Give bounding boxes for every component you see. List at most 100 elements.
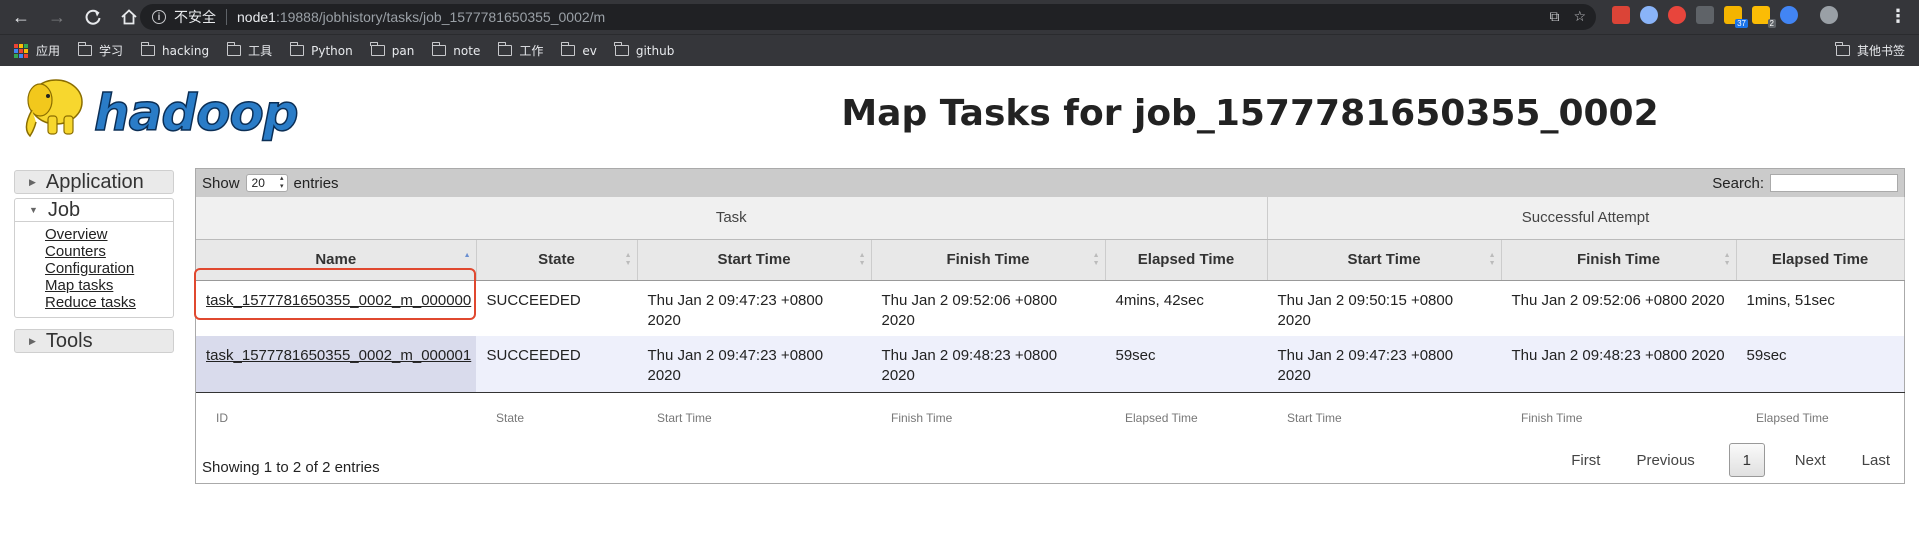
- folder-icon: [431, 42, 447, 56]
- showing-entries-text: Showing 1 to 2 of 2 entries: [202, 459, 380, 476]
- bookmark-label: Python: [311, 43, 353, 58]
- reload-icon[interactable]: [78, 2, 108, 32]
- filter-attempt-elapsed-time[interactable]: Elapsed Time: [1736, 392, 1904, 444]
- svg-text:hadoop: hadoop: [94, 84, 298, 142]
- sidebar-section-label: Tools: [45, 329, 93, 352]
- sidebar-link-counters[interactable]: Counters: [45, 243, 173, 260]
- url-path: :19888/jobhistory/tasks/job_157778165035…: [275, 9, 606, 25]
- column-header-start-time[interactable]: Start Time ▲ ▼: [637, 239, 872, 281]
- collapsed-triangle-icon: ▶: [29, 176, 36, 187]
- folder-icon: [497, 42, 513, 56]
- folder-icon: [140, 42, 156, 56]
- extension-icon[interactable]: [1668, 6, 1686, 24]
- search-input[interactable]: [1770, 174, 1898, 192]
- task-elapsed-time-cell: 4mins, 42sec: [1105, 280, 1268, 336]
- task-link[interactable]: task_1577781650355_0002_m_000000: [206, 292, 471, 309]
- sidebar-section-application[interactable]: ▶ Application: [14, 170, 174, 194]
- task-finish-time-cell: Thu Jan 2 09:52:06 +0800 2020: [871, 280, 1105, 336]
- pagination: First Previous 1 Next Last: [1535, 443, 1890, 477]
- bookmark-folder[interactable]: pan: [370, 42, 414, 58]
- table-toolbar: Show 20 entries Search:: [196, 169, 1904, 197]
- tasks-table: Task Successful Attempt Name ▲ State ▲ ▼ S…: [196, 197, 1905, 444]
- filter-attempt-finish-time[interactable]: Finish Time: [1501, 392, 1736, 444]
- sidebar-link-map-tasks[interactable]: Map tasks: [45, 277, 173, 294]
- bookmark-label: 工具: [248, 44, 273, 58]
- extension-icon[interactable]: [1780, 6, 1798, 24]
- security-label: 不安全: [174, 10, 216, 26]
- omnibox-divider: [226, 9, 227, 25]
- bookmark-label: 工作: [519, 44, 544, 58]
- column-header-elapsed-time[interactable]: Elapsed Time: [1105, 239, 1268, 281]
- bookmark-folder[interactable]: note: [431, 42, 481, 58]
- bookmark-label: note: [453, 43, 481, 58]
- pager-last[interactable]: Last: [1862, 452, 1890, 469]
- hadoop-logo[interactable]: hadoop: [14, 70, 314, 150]
- bookmark-apps[interactable]: 应用: [14, 42, 60, 59]
- sidebar-job-links: Overview Counters Configuration Map task…: [14, 222, 174, 318]
- more-menu-icon[interactable]: ⋮: [1889, 6, 1907, 27]
- extension-icon[interactable]: [1640, 6, 1658, 24]
- sidebar-section-tools[interactable]: ▶ Tools: [14, 329, 174, 353]
- sidebar-section-job[interactable]: ▼ Job: [14, 198, 174, 222]
- folder-icon: [77, 42, 93, 56]
- filter-start-time[interactable]: Start Time: [637, 392, 871, 444]
- extension-icon[interactable]: [1612, 6, 1630, 24]
- column-header-finish-time[interactable]: Finish Time ▲ ▼: [871, 239, 1106, 281]
- bookmark-folder[interactable]: ev: [560, 42, 597, 58]
- bookmark-folder[interactable]: github: [614, 42, 674, 58]
- filter-elapsed-time[interactable]: Elapsed Time: [1105, 392, 1267, 444]
- other-bookmarks-label: 其他书签: [1856, 44, 1905, 58]
- bookmark-star-icon[interactable]: ☆: [1573, 8, 1586, 25]
- page-size-select[interactable]: 20: [245, 174, 288, 192]
- filter-state[interactable]: State: [476, 392, 637, 444]
- apps-icon: [14, 43, 28, 58]
- sort-ascending-icon: ▲: [463, 251, 471, 259]
- profile-avatar-icon[interactable]: [1820, 6, 1838, 24]
- column-header-state[interactable]: State ▲ ▼: [476, 239, 638, 281]
- bookmark-folder[interactable]: 学习: [77, 42, 123, 59]
- column-header-name[interactable]: Name ▲: [196, 239, 477, 281]
- attempt-finish-time-cell: Thu Jan 2 09:52:06 +0800 2020: [1501, 280, 1737, 336]
- bookmark-folder[interactable]: hacking: [140, 42, 209, 58]
- extension-icon[interactable]: [1696, 6, 1714, 24]
- attempt-elapsed-time-cell: 59sec: [1736, 336, 1905, 393]
- task-state-cell: SUCCEEDED: [476, 280, 637, 336]
- task-elapsed-time-cell: 59sec: [1105, 336, 1268, 393]
- address-bar[interactable]: i 不安全 node1:19888/jobhistory/tasks/job_1…: [140, 4, 1596, 30]
- extension-icon[interactable]: 37: [1724, 6, 1748, 28]
- bookmark-folder[interactable]: 工具: [226, 42, 273, 59]
- task-start-time-cell: Thu Jan 2 09:47:23 +0800 2020: [637, 280, 871, 336]
- pager-next[interactable]: Next: [1795, 452, 1826, 469]
- table-row: task_1577781650355_0002_m_000001 SUCCEED…: [196, 336, 1905, 393]
- info-icon[interactable]: i: [152, 10, 166, 24]
- attempt-elapsed-time-cell: 1mins, 51sec: [1736, 280, 1905, 336]
- hadoop-elephant-logo-icon: hadoop: [25, 79, 299, 143]
- bookmark-folder[interactable]: Python: [289, 42, 353, 58]
- sidebar-link-overview[interactable]: Overview: [45, 226, 173, 243]
- sort-icon: ▲ ▼: [624, 251, 632, 267]
- column-header-attempt-start-time[interactable]: Start Time ▲ ▼: [1267, 239, 1502, 281]
- pager-current-page[interactable]: 1: [1728, 443, 1765, 477]
- forward-arrow-icon[interactable]: →: [42, 2, 72, 32]
- bookmark-folder[interactable]: 工作: [497, 42, 544, 59]
- attempt-start-time-cell: Thu Jan 2 09:47:23 +0800 2020: [1267, 336, 1502, 393]
- sidebar-section-label: Job: [47, 198, 81, 221]
- filter-id[interactable]: ID: [196, 392, 476, 444]
- translate-icon[interactable]: ⧉: [1549, 8, 1559, 25]
- filter-finish-time[interactable]: Finish Time: [871, 392, 1105, 444]
- sidebar-link-reduce-tasks[interactable]: Reduce tasks: [45, 294, 173, 311]
- pager-previous[interactable]: Previous: [1636, 452, 1694, 469]
- task-link[interactable]: task_1577781650355_0002_m_000001: [206, 347, 471, 364]
- column-header-attempt-elapsed-time[interactable]: Elapsed Time: [1736, 239, 1905, 281]
- url-host: node1: [237, 9, 276, 25]
- back-arrow-icon[interactable]: ←: [6, 2, 36, 32]
- other-bookmarks[interactable]: 其他书签: [1835, 42, 1905, 59]
- task-name-cell: task_1577781650355_0002_m_000000: [196, 280, 476, 336]
- bookmarks-bar: 应用 学习 hacking 工具 Python pan note 工作 ev g…: [0, 34, 1919, 66]
- pager-first[interactable]: First: [1571, 452, 1600, 469]
- extension-icon[interactable]: 2: [1752, 6, 1776, 28]
- column-header-attempt-finish-time[interactable]: Finish Time ▲ ▼: [1501, 239, 1737, 281]
- filter-attempt-start-time[interactable]: Start Time: [1267, 392, 1501, 444]
- sidebar-link-configuration[interactable]: Configuration: [45, 260, 173, 277]
- folder-icon: [289, 42, 305, 56]
